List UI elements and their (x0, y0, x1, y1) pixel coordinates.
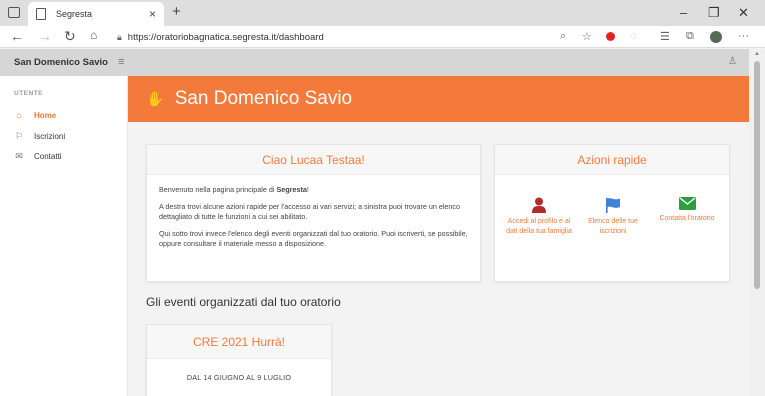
user-icon (532, 197, 546, 213)
brand-name[interactable]: San Domenico Savio (14, 57, 108, 68)
app-header: San Domenico Savio ≡ ♙ (0, 49, 749, 76)
page-title: San Domenico Savio (174, 88, 353, 109)
quick-action-profile[interactable]: Accedi al profilo e ai dati della tua fa… (503, 197, 575, 236)
main-content: ✋ San Domenico Savio Ciao Lucaa Testaa! … (128, 76, 749, 396)
quick-action-label: Accedi al profilo e ai dati della tua fa… (506, 218, 572, 235)
sidebar-item-contatti[interactable]: ✉ Contatti (14, 151, 62, 162)
quick-actions-card: Azioni rapide Accedi al profilo e ai dat… (494, 144, 730, 282)
browser-tab[interactable]: Segresta × (28, 2, 164, 26)
sidebar-section-title: UTENTE (14, 90, 43, 97)
workspaces-icon[interactable] (8, 7, 20, 18)
quick-action-contatta[interactable]: Contatta l'oratorio (651, 197, 723, 224)
close-window-button[interactable]: ✕ (738, 5, 749, 21)
welcome-paragraph: Qui sotto trovi invece l'elenco degli ev… (159, 228, 468, 249)
flag-icon (606, 198, 620, 213)
back-icon[interactable]: ← (10, 28, 24, 44)
welcome-paragraph: A destra trovi alcune azioni rapide per … (159, 201, 461, 222)
more-options-icon[interactable]: ··· (738, 30, 749, 42)
restore-button[interactable]: ❐ (708, 5, 720, 21)
quick-actions-title: Azioni rapide (495, 145, 729, 175)
page-icon (36, 8, 46, 20)
scroll-up-icon[interactable]: ▲ (754, 51, 760, 57)
quick-action-label: Contatta l'oratorio (659, 215, 715, 222)
refresh-icon[interactable]: ↻ (64, 28, 76, 45)
event-title[interactable]: CRE 2021 Hurrà! (147, 325, 331, 359)
minimize-button[interactable]: – (680, 5, 687, 20)
address-bar: ← → ↻ ⌂ 🔒︎ https://oratoriobagnatica.seg… (0, 26, 765, 48)
home-icon[interactable]: ⌂ (90, 28, 97, 42)
events-section-title: Gli eventi organizzati dal tuo oratorio (146, 295, 341, 309)
envelope-icon: ✉ (15, 151, 23, 161)
profile-icon[interactable] (710, 31, 722, 46)
hand-icon: ✋ (146, 91, 165, 108)
zoom-icon[interactable]: ⌕ (560, 30, 566, 43)
lock-icon: 🔒︎ (117, 31, 122, 42)
browser-tab-bar: Segresta × + – ❐ ✕ (0, 0, 765, 26)
welcome-body: Benvenuto nella pagina principale di Seg… (147, 175, 480, 266)
close-tab-icon[interactable]: × (149, 7, 156, 21)
sidebar-item-home[interactable]: ⌂ Home (14, 110, 56, 120)
url-field[interactable]: 🔒︎ https://oratoriobagnatica.segresta.it… (117, 29, 577, 45)
url-text: https://oratoriobagnatica.segresta.it/da… (127, 31, 324, 43)
sidebar-item-label: Home (34, 110, 57, 120)
sync-icon[interactable]: ◌ (630, 30, 637, 42)
envelope-icon (678, 197, 696, 210)
extension-icon[interactable] (606, 32, 615, 44)
welcome-card: Ciao Lucaa Testaa! Benvenuto nella pagin… (146, 144, 481, 282)
event-date: DAL 14 GIUGNO AL 9 LUGLIO (186, 373, 292, 382)
hero-banner: ✋ San Domenico Savio (128, 76, 749, 122)
new-tab-button[interactable]: + (172, 3, 181, 20)
sidebar: UTENTE ⌂ Home ⚐ Iscrizioni ✉ Contatti (0, 76, 128, 396)
sidebar-item-label: Contatti (34, 152, 62, 161)
quick-action-iscrizioni[interactable]: Elenco delle tue iscrizioni (577, 197, 649, 236)
home-icon: ⌂ (16, 110, 22, 120)
favorites-bar-icon[interactable]: ☰ (660, 30, 670, 43)
scroll-thumb[interactable] (754, 61, 760, 289)
collections-icon[interactable]: ⧉ (686, 30, 694, 43)
sidebar-item-iscrizioni[interactable]: ⚐ Iscrizioni (14, 131, 65, 142)
favorite-icon[interactable]: ☆ (582, 30, 592, 43)
tab-title: Segresta (56, 9, 93, 19)
event-card[interactable]: CRE 2021 Hurrà! DAL 14 GIUGNO AL 9 LUGLI… (146, 324, 332, 396)
sidebar-item-label: Iscrizioni (34, 132, 66, 141)
welcome-intro: Benvenuto nella pagina principale di Seg… (159, 185, 309, 194)
user-icon[interactable]: ♙ (728, 56, 737, 67)
welcome-title: Ciao Lucaa Testaa! (147, 145, 480, 175)
page-scrollbar[interactable]: ▲ (749, 49, 765, 396)
quick-action-label: Elenco delle tue iscrizioni (588, 218, 638, 235)
hamburger-icon[interactable]: ≡ (118, 56, 124, 68)
forward-icon[interactable]: → (38, 28, 52, 44)
flag-icon: ⚐ (14, 131, 24, 141)
